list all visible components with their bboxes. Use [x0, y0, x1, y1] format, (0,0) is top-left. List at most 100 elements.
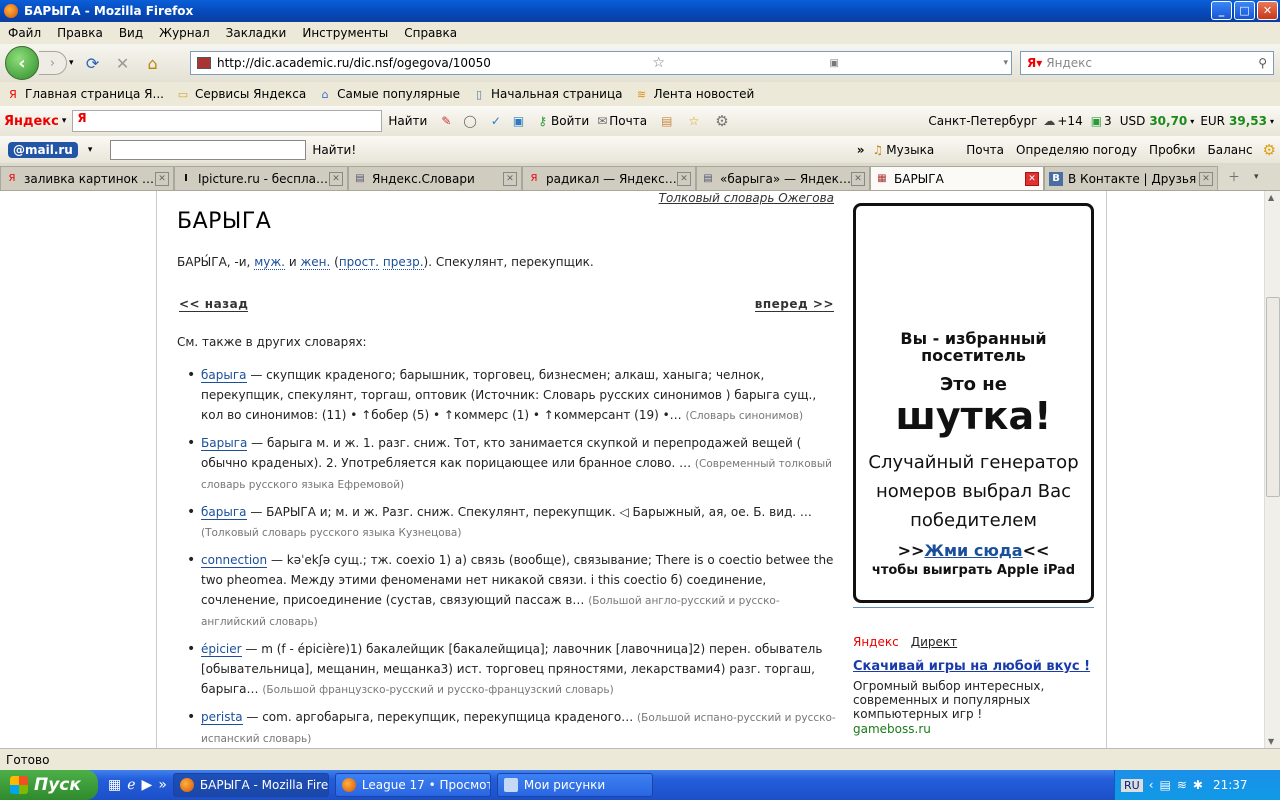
mailru-balance-link[interactable]: Баланс — [1207, 143, 1252, 157]
yandex-logo[interactable]: Яндекс — [4, 114, 59, 129]
tab-close-icon[interactable]: ✕ — [677, 171, 691, 186]
abbr-link-feminine[interactable]: жен. — [300, 255, 331, 270]
tab-close-icon[interactable]: ✕ — [1199, 171, 1213, 186]
entry-source[interactable]: (Большой французско-русский и русско-фра… — [262, 684, 613, 696]
abbr-link-masculine[interactable]: муж. — [254, 255, 285, 270]
yandex-search-engine-icon[interactable]: Я▾ — [1021, 56, 1046, 70]
minimize-button[interactable]: _ — [1211, 1, 1232, 20]
history-dropdown-icon[interactable]: ▾ — [69, 58, 74, 68]
eur-dropdown-icon[interactable]: ▾ — [1270, 117, 1274, 126]
clock[interactable]: 21:37 — [1213, 778, 1248, 792]
menu-help[interactable]: Справка — [396, 26, 465, 40]
start-button[interactable]: Пуск — [0, 770, 98, 800]
tab-close-icon[interactable]: ✕ — [155, 171, 169, 186]
bookmark-item[interactable]: ≋ Лента новостей — [635, 87, 754, 101]
bookmark-item[interactable]: Я Главная страница Я... — [6, 87, 164, 101]
mailru-mail-link[interactable]: Почта — [966, 143, 1004, 157]
bookmark-star-icon[interactable]: ☆ — [649, 55, 668, 71]
entry-link[interactable]: барыга — [201, 505, 247, 520]
entry-source[interactable]: (Толковый словарь русского языка Кузнецо… — [201, 527, 461, 539]
usd-dropdown-icon[interactable]: ▾ — [1190, 117, 1194, 126]
vertical-scrollbar[interactable]: ▲ ▼ — [1264, 191, 1280, 748]
settings-gear-icon[interactable]: ⚙ — [715, 112, 728, 130]
tab-close-icon[interactable]: ✕ — [503, 171, 517, 186]
yandex-direct-direct[interactable]: Директ — [911, 635, 957, 649]
dictionary-source-link[interactable]: Толковый словарь Ожегова — [659, 191, 834, 205]
temperature[interactable]: +14 — [1057, 114, 1082, 128]
entry-link[interactable]: épicier — [201, 642, 242, 657]
tab[interactable]: Ярадикал — Яндекс: Н...✕ — [522, 166, 696, 190]
reload-icon[interactable]: ⟳ — [82, 52, 104, 74]
tab[interactable]: ▤ «барыга» — Яндекс.С...✕ — [696, 166, 870, 190]
next-link[interactable]: вперед >> — [754, 297, 834, 312]
search-box[interactable]: Я▾ Яндекс ⚲ — [1020, 51, 1274, 75]
mailru-menu-dropdown-icon[interactable]: ▾ — [88, 145, 93, 155]
menu-file[interactable]: Файл — [0, 26, 49, 40]
back-button[interactable]: ‹ — [5, 46, 39, 80]
translate-icon[interactable]: ▣ — [513, 114, 524, 128]
url-bar[interactable]: http://dic.academic.ru/dic.nsf/ogegova/1… — [190, 51, 1012, 75]
spellcheck-icon[interactable]: ✓ — [491, 114, 501, 128]
antivirus-icon[interactable]: ✱ — [1193, 778, 1203, 792]
entry-link[interactable]: Барыга — [201, 436, 248, 451]
rss-icon[interactable]: ▣ — [826, 58, 841, 69]
menu-view[interactable]: Вид — [111, 26, 151, 40]
scrollbar-thumb[interactable] — [1266, 297, 1280, 497]
mailru-gear-icon[interactable]: ⚙ — [1263, 141, 1276, 159]
direct-ad-headline[interactable]: Скачивай игры на любой вкус ! — [853, 659, 1090, 674]
scroll-down-icon[interactable]: ▼ — [1268, 737, 1274, 746]
comment-icon[interactable]: ◯ — [463, 114, 476, 128]
tab-close-icon[interactable]: ✕ — [1025, 171, 1039, 186]
new-tab-icon[interactable]: ＋ — [1228, 168, 1240, 185]
close-button[interactable]: ✕ — [1257, 1, 1278, 20]
tab[interactable]: I Ipicture.ru - бесплатн... ✕ — [174, 166, 348, 190]
overflow-chevron-icon[interactable]: » — [857, 143, 865, 157]
entry-link[interactable]: барыга — [201, 368, 247, 383]
mailru-search-select[interactable] — [110, 139, 307, 160]
menu-edit[interactable]: Правка — [49, 26, 111, 40]
yandex-find-button[interactable]: Найти — [388, 114, 427, 128]
tab-close-icon[interactable]: ✕ — [851, 171, 865, 186]
mailru-traffic-link[interactable]: Пробки — [1149, 143, 1195, 157]
mailru-logo[interactable]: @mail.ru — [8, 141, 78, 158]
login-button[interactable]: Войти — [551, 114, 589, 128]
bookmark-item[interactable]: ⌂ Самые популярные — [318, 87, 460, 101]
maximize-button[interactable]: □ — [1234, 1, 1255, 20]
yandex-menu-dropdown-icon[interactable]: ▾ — [62, 116, 67, 126]
eur-rate[interactable]: 39,53 — [1229, 114, 1267, 128]
scroll-up-icon[interactable]: ▲ — [1268, 193, 1274, 202]
language-indicator[interactable]: RU — [1121, 778, 1143, 792]
money-icon[interactable]: ▤ — [661, 114, 672, 128]
search-input[interactable]: Яндекс — [1046, 56, 1092, 70]
menu-tools[interactable]: Инструменты — [294, 26, 396, 40]
menu-history[interactable]: Журнал — [151, 26, 218, 40]
tab[interactable]: Язаливка картинок — ... ✕ — [0, 166, 174, 190]
entry-link[interactable]: perista — [201, 710, 243, 725]
banner-ad[interactable]: Вы - избранный посетитель Это не шутка! … — [853, 203, 1094, 603]
mailru-weather-link[interactable]: Определяю погоду — [1016, 143, 1137, 157]
mailru-find-button[interactable]: Найти! — [312, 143, 356, 157]
forward-button[interactable]: › — [39, 51, 67, 75]
tab-list-dropdown-icon[interactable]: ▾ — [1254, 172, 1259, 182]
url-text[interactable]: http://dic.academic.ru/dic.nsf/ogegova/1… — [217, 56, 491, 70]
media-player-icon[interactable]: ▶ — [142, 777, 153, 793]
entry-link[interactable]: connection — [201, 553, 268, 568]
menu-bookmarks[interactable]: Закладки — [218, 26, 295, 40]
direct-ad-domain[interactable]: gameboss.ru — [853, 722, 931, 736]
taskbar-button[interactable]: БАРЫГА - Mozilla Fire... — [172, 773, 329, 797]
traffic-level[interactable]: 3 — [1104, 114, 1112, 128]
usd-rate[interactable]: 30,70 — [1149, 114, 1187, 128]
entry-source[interactable]: (Словарь синонимов) — [685, 410, 803, 422]
tab[interactable]: ▤ Яндекс.Словари ✕ — [348, 166, 522, 190]
quick-launch-chevron-icon[interactable]: » — [158, 777, 167, 793]
tab-close-icon[interactable]: ✕ — [329, 171, 343, 186]
tray-expand-icon[interactable]: ‹ — [1149, 778, 1154, 792]
network-icon[interactable]: ▤ — [1160, 778, 1171, 792]
abbr-link-derogatory[interactable]: презр. — [382, 255, 424, 270]
home-icon[interactable]: ⌂ — [142, 52, 164, 74]
bookmark-item[interactable]: ▭ Сервисы Яндекса — [176, 87, 306, 101]
mail-button[interactable]: Почта — [609, 114, 647, 128]
ad-cta-link[interactable]: Жми сюда — [924, 541, 1022, 560]
internet-explorer-icon[interactable]: ℯ — [127, 777, 135, 793]
tab-active[interactable]: ▦ БАРЫГА ✕ — [870, 166, 1044, 190]
